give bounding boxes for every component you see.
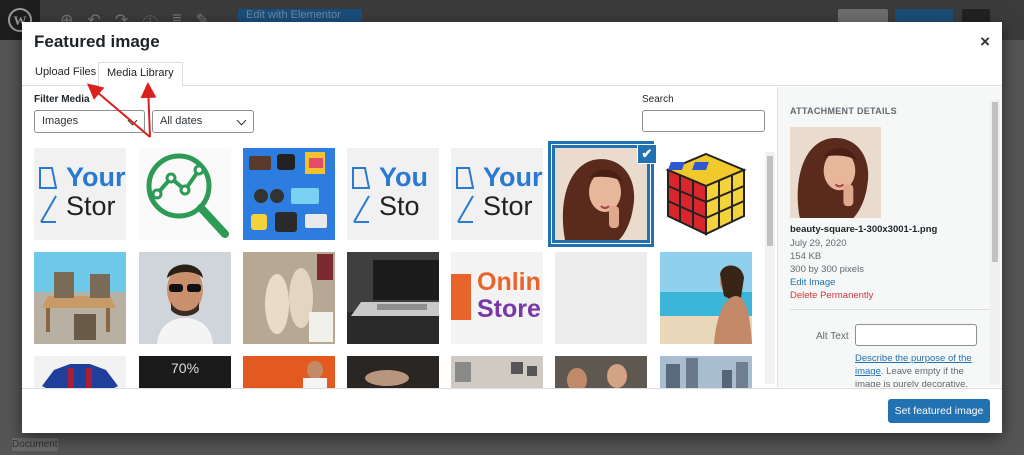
sidebar-scrollbar[interactable]	[990, 100, 1000, 384]
modal-tabs: Upload Files Media Library	[22, 62, 1002, 87]
portrait-image	[790, 127, 881, 218]
attachment-details-panel: ATTACHMENT DETAILS beauty-square-1-300x3…	[777, 87, 1002, 387]
chevron-down-icon	[236, 115, 247, 126]
document-label: Document	[12, 438, 58, 451]
attachment-filesize: 154 KB	[790, 251, 822, 262]
tab-upload-files[interactable]: Upload Files	[27, 62, 104, 87]
discount-text: 70%	[171, 360, 200, 376]
media-thumbnail[interactable]	[660, 356, 752, 388]
featured-image-modal: Featured image × Upload Files Media Libr…	[22, 22, 1002, 433]
publish-button[interactable]	[895, 9, 953, 23]
media-thumbnail[interactable]	[660, 252, 752, 344]
modal-title: Featured image	[34, 32, 160, 51]
media-grid: Your Stor You Sto Your Stor ✔ Onlin Stor…	[22, 140, 776, 388]
media-thumbnail[interactable]: 70%	[139, 356, 231, 388]
close-icon[interactable]: ×	[980, 32, 990, 52]
grid-scrollbar[interactable]	[765, 152, 775, 384]
details-divider	[790, 309, 990, 310]
rubiks-cube-image	[665, 152, 747, 236]
shopping-bag-icon	[451, 274, 471, 320]
grid-scrollbar-thumb[interactable]	[767, 156, 773, 246]
media-type-value: Images	[42, 115, 79, 127]
city-image	[660, 356, 752, 388]
media-thumbnail[interactable]	[243, 148, 335, 240]
media-thumbnail[interactable]	[34, 356, 126, 388]
logo-text-line1: Your	[483, 162, 543, 192]
media-thumbnail[interactable]: Your Stor	[34, 148, 126, 240]
tab-media-library[interactable]: Media Library	[98, 62, 183, 87]
set-featured-image-button[interactable]: Set featured image	[888, 399, 990, 423]
date-filter-value: All dates	[160, 115, 203, 127]
logo-text-line1: Onlin	[477, 268, 541, 296]
analytics-magnifier-icon	[146, 153, 229, 238]
edit-image-link[interactable]: Edit Image	[790, 277, 835, 288]
media-thumbnail[interactable]	[243, 356, 335, 388]
logo-text-line2: Stor	[66, 191, 116, 221]
media-thumbnail[interactable]	[347, 252, 439, 344]
media-thumbnail[interactable]	[555, 252, 647, 344]
delete-permanently-link[interactable]: Delete Permanently	[790, 290, 873, 301]
media-thumbnail-selected[interactable]	[552, 145, 650, 243]
logo-text-line1: You	[379, 162, 428, 192]
gadgets-image	[249, 152, 327, 232]
selected-check-icon[interactable]: ✔	[637, 144, 657, 164]
date-filter-select[interactable]: All dates	[152, 110, 254, 133]
dark-photo-image	[347, 356, 439, 388]
search-input[interactable]	[642, 110, 765, 132]
logo-text-line2: Sto	[379, 191, 420, 221]
edit-with-elementor-button[interactable]: Edit with Elementor	[238, 9, 362, 23]
attachment-details-heading: ATTACHMENT DETAILS	[790, 106, 897, 116]
chevron-down-icon	[127, 115, 138, 126]
laptop-image	[347, 252, 439, 344]
media-thumbnail[interactable]	[451, 356, 543, 388]
search-label: Search	[642, 94, 674, 105]
attachment-filename: beauty-square-1-300x3001-1.png	[790, 224, 938, 235]
media-thumbnail[interactable]	[34, 252, 126, 344]
jersey-image	[34, 356, 126, 388]
media-type-select[interactable]: Images	[34, 110, 145, 133]
logo-text-line2: Store	[477, 295, 541, 323]
logo-text-line1: Your	[66, 162, 126, 192]
media-thumbnail[interactable]: You Sto	[347, 148, 439, 240]
preview-button[interactable]	[838, 9, 888, 23]
people-image	[555, 356, 647, 388]
slippers-image	[243, 252, 335, 344]
patio-image	[34, 252, 126, 344]
editor-status-bar: Document	[0, 433, 1024, 455]
beach-image	[660, 252, 752, 344]
media-thumbnail[interactable]	[660, 148, 752, 240]
sidebar-scrollbar-thumb[interactable]	[992, 102, 998, 262]
room-image	[451, 356, 543, 388]
settings-gear-icon[interactable]	[962, 9, 990, 23]
alt-text-input[interactable]	[855, 324, 977, 346]
alt-text-label: Alt Text	[816, 331, 849, 342]
media-thumbnail[interactable]	[139, 148, 231, 240]
filter-media-label: Filter Media	[34, 94, 90, 105]
store-logo-icon	[39, 167, 58, 223]
portrait-image	[555, 148, 647, 240]
attachment-date: July 29, 2020	[790, 238, 847, 249]
attachment-preview	[790, 127, 881, 218]
modal-footer: Set featured image	[22, 388, 1002, 433]
media-thumbnail[interactable]	[555, 356, 647, 388]
logo-text-line2: Stor	[483, 191, 533, 221]
media-thumbnail[interactable]	[243, 252, 335, 344]
media-thumbnail[interactable]: Onlin Store	[451, 252, 543, 344]
media-thumbnail[interactable]	[139, 252, 231, 344]
alt-text-help: Describe the purpose of the image. Leave…	[855, 352, 985, 387]
media-thumbnail[interactable]: Your Stor	[451, 148, 543, 240]
orange-photo-image	[243, 356, 335, 388]
store-logo-icon	[456, 167, 475, 223]
store-logo-icon	[352, 167, 371, 223]
media-thumbnail[interactable]	[347, 356, 439, 388]
man-sunglasses-image	[139, 252, 231, 344]
attachment-dimensions: 300 by 300 pixels	[790, 264, 864, 275]
